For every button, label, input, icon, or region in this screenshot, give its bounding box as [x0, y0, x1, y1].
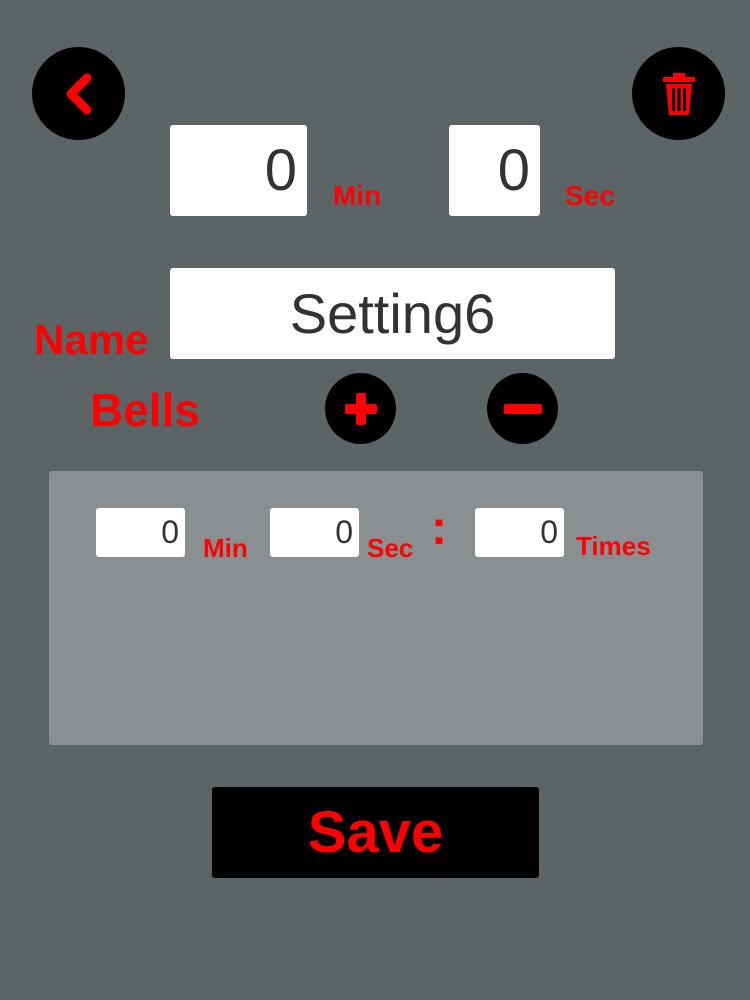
minutes-input[interactable]: 0 — [170, 125, 307, 216]
seconds-input[interactable]: 0 — [449, 125, 540, 216]
minutes-label: Min — [333, 180, 382, 211]
add-bell-button[interactable] — [325, 373, 396, 444]
bell-seconds-input[interactable]: 0 — [270, 508, 359, 557]
remove-bell-button[interactable] — [487, 373, 558, 444]
plus-icon — [344, 392, 377, 425]
bell-times-input[interactable]: 0 — [475, 508, 564, 557]
minus-icon — [503, 403, 542, 414]
delete-button[interactable] — [632, 47, 725, 140]
back-button[interactable] — [32, 47, 125, 140]
bell-times-label: Times — [576, 531, 651, 561]
bell-seconds-label: Sec — [367, 533, 414, 563]
trash-icon — [662, 72, 695, 115]
seconds-label: Sec — [565, 180, 615, 211]
save-button[interactable]: Save — [212, 787, 539, 878]
bells-label: Bells — [90, 384, 200, 436]
bell-minutes-input[interactable]: 0 — [96, 508, 185, 557]
bell-separator: : — [431, 502, 447, 555]
chevron-left-icon — [66, 73, 91, 114]
bell-minutes-label: Min — [203, 533, 248, 563]
name-input[interactable]: Setting6 — [170, 268, 615, 359]
bells-panel: 0 Min 0 Sec : 0 Times — [49, 471, 703, 745]
name-label: Name — [34, 316, 149, 363]
